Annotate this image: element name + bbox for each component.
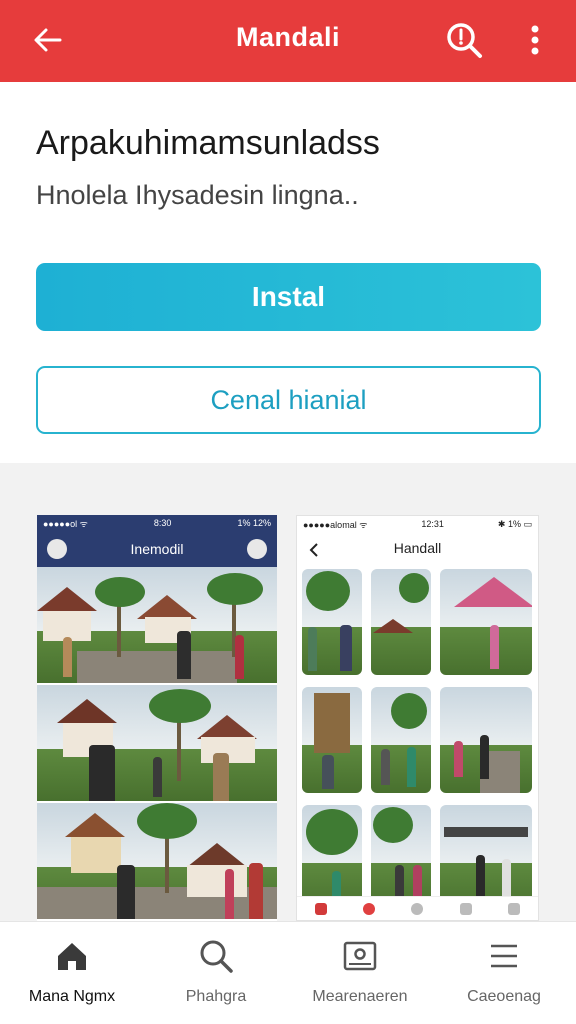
- status-battery: ✱ 1% ▭: [497, 518, 532, 529]
- more-vertical-icon[interactable]: [522, 20, 548, 60]
- secondary-button[interactable]: Cenal hianial: [36, 366, 541, 434]
- page-headline: Arpakuhimamsunladss: [36, 124, 380, 162]
- screenshot-header: Handall: [297, 532, 538, 566]
- grid-photo: [371, 687, 431, 793]
- screenshot-tab-bar: [297, 896, 538, 920]
- screenshot-left[interactable]: ●●●●●ol ᯤ 8:30 1% 12% Inemodil: [37, 515, 277, 921]
- nav-label: Caeoenag: [467, 988, 541, 1005]
- app-bar: Mandali: [0, 0, 576, 82]
- status-time: 8:30: [153, 518, 172, 528]
- screenshot-header: Inemodil: [37, 531, 277, 567]
- status-signal: ●●●●●ol ᯤ: [43, 518, 88, 529]
- temple-photo: [37, 567, 277, 683]
- refresh-circle-icon: [247, 539, 267, 559]
- grid-photo: [302, 569, 362, 675]
- temple-photo: [37, 803, 277, 919]
- status-bar: ●●●●●ol ᯤ 8:30 1% 12%: [37, 515, 277, 531]
- status-time: 12:31: [421, 519, 444, 529]
- status-bar: ●●●●●alomal ᯤ 12:31 ✱ 1% ▭: [297, 516, 538, 532]
- status-battery: 1% 12%: [237, 518, 271, 528]
- grid-photo: [371, 569, 431, 675]
- nav-item-home[interactable]: Mana Ngmx: [0, 922, 144, 1024]
- search-icon[interactable]: [444, 20, 484, 60]
- page-subline: Hnolela Ihysadesin lingna..: [36, 180, 359, 210]
- status-signal: ●●●●●alomal ᯤ: [303, 519, 368, 530]
- nav-item-search[interactable]: Phahgra: [144, 922, 288, 1024]
- photo-icon: [343, 941, 377, 971]
- app-title: Mandali: [235, 22, 340, 52]
- screenshot-right[interactable]: ●●●●●alomal ᯤ 12:31 ✱ 1% ▭ Handall: [296, 515, 539, 921]
- nav-item-photos[interactable]: Mearenaeren: [288, 922, 432, 1024]
- home-icon: [58, 943, 86, 970]
- temple-photo: [37, 685, 277, 801]
- screenshot-title: Inemodil: [130, 541, 184, 557]
- bottom-nav: Mana Ngmx Phahgra Mearenaeren Caeoenag: [0, 921, 576, 1024]
- nav-label: Mana Ngmx: [28, 988, 116, 1005]
- nav-item-menu[interactable]: Caeoenag: [432, 922, 576, 1024]
- menu-icon: [491, 944, 517, 968]
- grid-photo: [440, 687, 532, 793]
- grid-photo: [302, 687, 362, 793]
- install-button[interactable]: Instal: [36, 263, 541, 331]
- search-icon: [200, 940, 233, 973]
- nav-label: Mearenaeren: [312, 988, 408, 1005]
- screenshot-title: Handall: [393, 540, 442, 556]
- photo-grid: [297, 566, 538, 911]
- nav-label: Phahgra: [185, 988, 247, 1005]
- grid-photo: [440, 569, 532, 675]
